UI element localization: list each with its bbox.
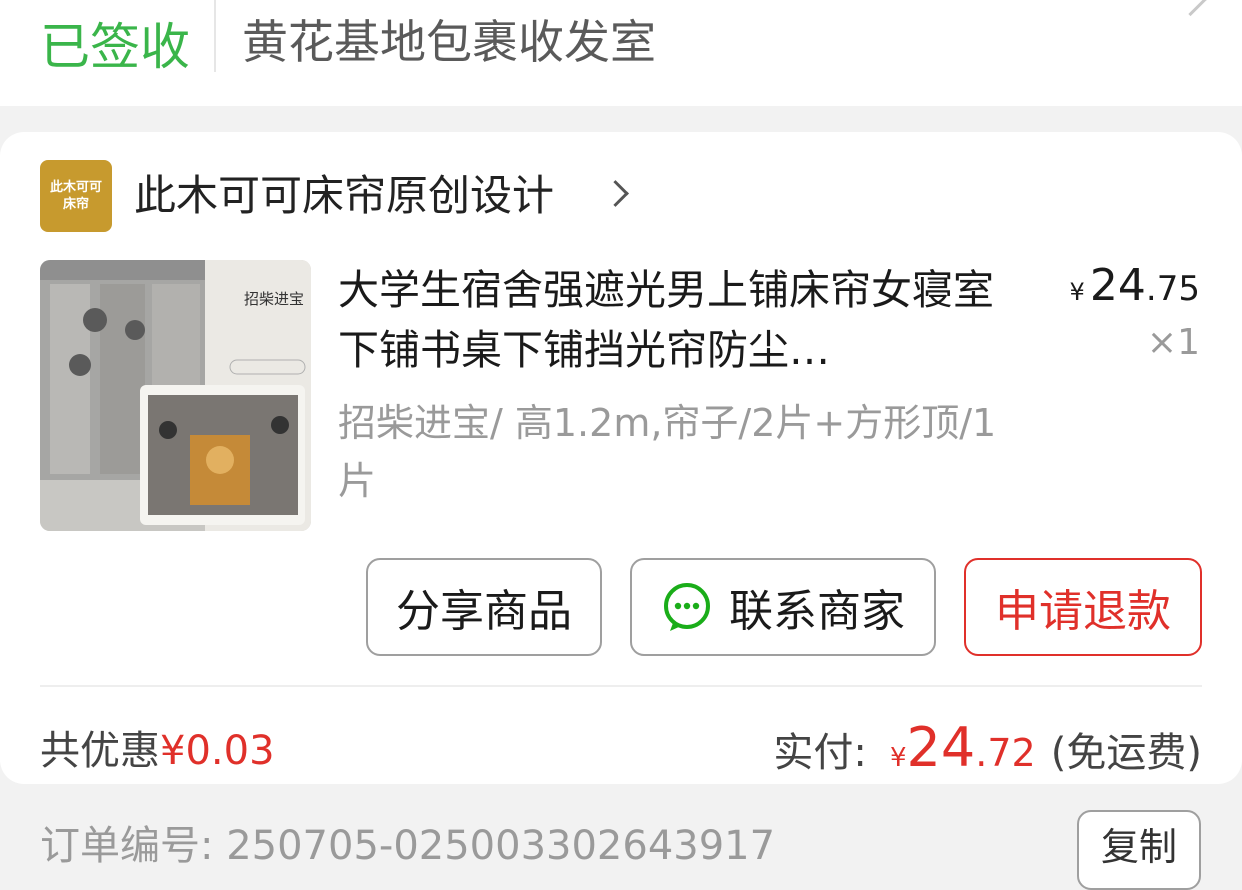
chat-bubble-icon xyxy=(664,583,710,631)
product-price: ¥ 24.75 xyxy=(1070,260,1200,311)
paid-label: 实付: xyxy=(773,730,867,776)
shop-name-link[interactable]: 此木可可床帘原创设计 xyxy=(134,166,554,226)
paid-decimal: .72 xyxy=(975,731,1036,775)
order-number: 250705-025003302643917 xyxy=(226,823,776,869)
divider xyxy=(40,685,1202,687)
discount-label: 共优惠 xyxy=(40,728,160,774)
product-image: 招柴进宝 xyxy=(40,260,311,531)
product-thumbnail[interactable]: 招柴进宝 xyxy=(40,260,311,531)
thumb-caption: 招柴进宝 xyxy=(244,290,304,308)
shipping-note: (免运费) xyxy=(1050,730,1202,776)
share-product-label: 分享商品 xyxy=(396,586,572,637)
shop-logo[interactable]: 此木可可 床帘 xyxy=(40,160,112,232)
discount-amount: ¥0.03 xyxy=(160,728,275,774)
shop-logo-line2: 床帘 xyxy=(62,197,89,212)
paid-summary: 实付: ¥24.72 (免运费) xyxy=(773,716,1202,779)
divider xyxy=(214,0,216,72)
delivery-status-card[interactable]: 已签收 黄花基地包裹收发室 xyxy=(0,0,1242,106)
chevron-right-icon[interactable] xyxy=(1172,0,1209,17)
price-integer: 24 xyxy=(1089,260,1146,311)
delivery-location: 黄花基地包裹收发室 xyxy=(242,15,656,69)
product-quantity: ×1 xyxy=(1146,322,1200,363)
price-currency: ¥ xyxy=(1069,278,1085,306)
request-refund-button[interactable]: 申请退款 xyxy=(964,558,1202,656)
copy-order-number-button[interactable]: 复制 xyxy=(1077,810,1201,890)
order-number-label: 订单编号: xyxy=(40,823,214,869)
request-refund-label: 申请退款 xyxy=(995,586,1171,637)
share-product-button[interactable]: 分享商品 xyxy=(366,558,602,656)
contact-seller-button[interactable]: 联系商家 xyxy=(630,558,936,656)
paid-currency: ¥ xyxy=(889,743,907,773)
discount-summary: 共优惠¥0.03 xyxy=(40,722,275,780)
price-decimal: .75 xyxy=(1145,269,1200,309)
paid-integer: 24 xyxy=(906,716,976,779)
product-sku: 招柴进宝/ 高1.2m,帘子/2片+方形顶/1片 xyxy=(338,401,997,503)
product-title[interactable]: 大学生宿舍强遮光男上铺床帘女寝室下铺书桌下铺挡光帘防尘… xyxy=(338,260,998,380)
contact-seller-label: 联系商家 xyxy=(729,586,905,637)
order-number-row: 订单编号: 250705-025003302643917 xyxy=(40,818,775,874)
shop-logo-line1: 此木可可 xyxy=(49,180,102,195)
delivery-status: 已签收 xyxy=(40,18,190,76)
